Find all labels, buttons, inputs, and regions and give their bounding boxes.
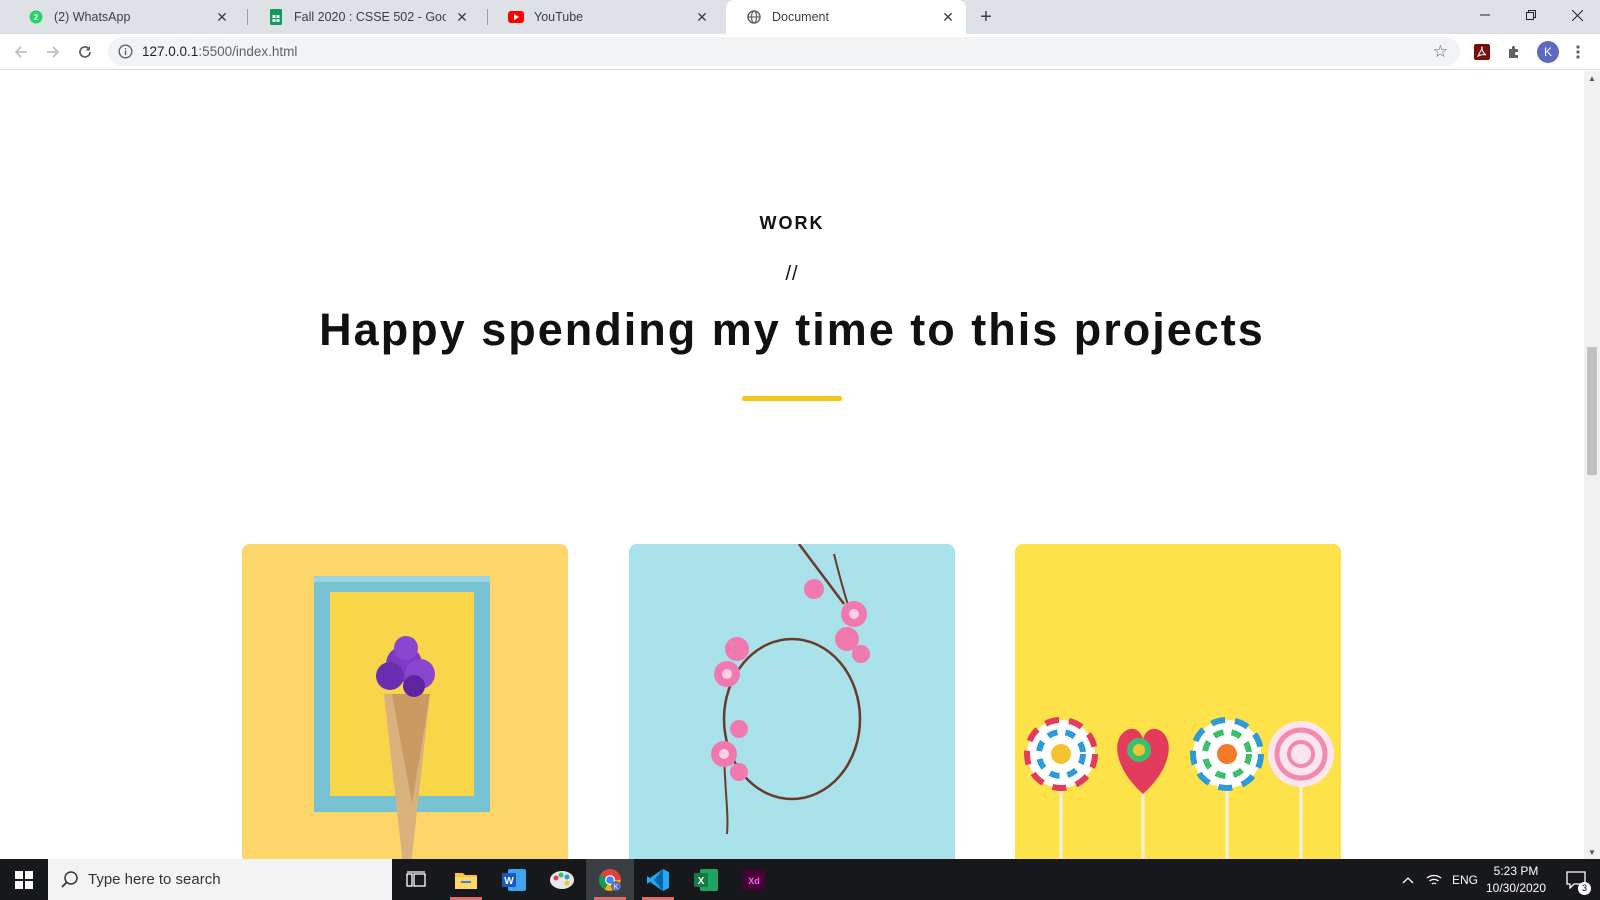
- browser-toolbar: 127.0.0.1:5500/index.html ☆ K: [0, 34, 1600, 70]
- tab-document[interactable]: Document ✕: [726, 0, 966, 34]
- show-hidden-icons-button[interactable]: [1402, 859, 1414, 900]
- avatar: K: [1537, 41, 1559, 63]
- folder-icon: [455, 872, 477, 889]
- svg-text:2: 2: [34, 13, 39, 22]
- task-view-icon: [406, 870, 426, 887]
- bookmark-star-icon[interactable]: ☆: [1433, 42, 1448, 62]
- close-icon[interactable]: ✕: [940, 9, 956, 25]
- info-icon[interactable]: [118, 44, 133, 59]
- chrome-icon: K: [599, 868, 621, 891]
- tab-youtube[interactable]: YouTube ✕: [488, 0, 720, 34]
- restore-icon: [1526, 10, 1536, 20]
- task-view-button[interactable]: [392, 859, 440, 900]
- tab-google-sheets[interactable]: Fall 2020 : CSSE 502 - Google Sh ✕: [248, 0, 480, 34]
- search-icon: [61, 871, 78, 888]
- section-title: Happy spending my time to this projects: [319, 304, 1265, 355]
- start-button[interactable]: [0, 859, 48, 900]
- taskbar-paint[interactable]: [538, 859, 586, 900]
- google-sheets-icon: [268, 9, 284, 25]
- chevron-up-icon: [1402, 876, 1414, 883]
- network-status[interactable]: [1426, 859, 1442, 900]
- windows-taskbar: Type here to search W K X Xd ENG 5:23 PM…: [0, 859, 1600, 900]
- section-divider-slash: //: [785, 263, 799, 285]
- tab-title: (2) WhatsApp: [54, 10, 131, 24]
- arrow-left-icon: [14, 46, 27, 58]
- tab-title: YouTube: [534, 10, 584, 24]
- paint-palette-icon: [550, 870, 574, 889]
- blossom-wreath-image: [629, 544, 955, 859]
- svg-text:Xd: Xd: [748, 876, 760, 886]
- project-card-blossom-wreath[interactable]: [629, 544, 955, 859]
- close-window-button[interactable]: [1554, 0, 1600, 30]
- profile-avatar[interactable]: K: [1536, 40, 1560, 64]
- tab-whatsapp[interactable]: 2 (2) WhatsApp ✕: [8, 0, 240, 34]
- tab-title: Fall 2020 : CSSE 502 - Google Sh: [294, 10, 446, 24]
- taskbar-vscode[interactable]: [634, 859, 682, 900]
- scroll-up-icon[interactable]: ▲: [1586, 74, 1598, 84]
- youtube-icon: [508, 9, 524, 25]
- project-card-flower-cone[interactable]: [242, 544, 568, 859]
- address-bar[interactable]: 127.0.0.1:5500/index.html ☆: [108, 37, 1460, 66]
- page-viewport: WORK // Happy spending my time to this p…: [0, 71, 1584, 859]
- excel-icon: X: [694, 868, 718, 891]
- extensions-puzzle-icon[interactable]: [1504, 42, 1524, 62]
- taskbar-file-explorer[interactable]: [442, 859, 490, 900]
- taskbar-adobe-xd[interactable]: Xd: [730, 859, 778, 900]
- arrow-right-icon: [47, 46, 60, 58]
- wifi-icon: [1426, 874, 1442, 885]
- svg-text:W: W: [504, 876, 514, 887]
- acrobat-extension-icon[interactable]: [1472, 42, 1492, 62]
- flower-cone-image: [242, 544, 568, 859]
- browser-tab-strip: 2 (2) WhatsApp ✕ Fall 2020 : CSSE 502 - …: [0, 0, 1600, 34]
- forward-button[interactable]: [41, 40, 65, 64]
- word-icon: W: [502, 868, 526, 891]
- svg-text:K: K: [614, 884, 619, 891]
- action-center-button[interactable]: 3: [1560, 859, 1592, 900]
- minimize-icon: [1480, 14, 1490, 16]
- search-placeholder: Type here to search: [88, 871, 221, 888]
- globe-icon: [746, 9, 762, 25]
- clock-time: 5:23 PM: [1493, 864, 1539, 878]
- close-icon[interactable]: ✕: [214, 9, 230, 25]
- new-tab-button[interactable]: +: [976, 7, 996, 27]
- windows-logo-icon: [15, 870, 33, 889]
- restore-button[interactable]: [1508, 0, 1554, 30]
- title-underline: [742, 396, 842, 401]
- clock-date: 10/30/2020: [1485, 881, 1547, 895]
- svg-text:X: X: [698, 876, 705, 887]
- taskbar-chrome[interactable]: K: [586, 859, 634, 900]
- close-icon[interactable]: ✕: [454, 9, 470, 25]
- system-clock[interactable]: 5:23 PM 10/30/2020: [1478, 863, 1554, 897]
- scroll-down-icon[interactable]: ▼: [1586, 848, 1598, 858]
- tab-title: Document: [772, 10, 829, 24]
- back-button[interactable]: [9, 40, 33, 64]
- close-icon: [1571, 9, 1583, 21]
- taskbar-word[interactable]: W: [490, 859, 538, 900]
- scrollbar-thumb[interactable]: [1587, 347, 1597, 475]
- reload-icon: [79, 46, 91, 58]
- vscode-icon: [647, 868, 669, 891]
- minimize-button[interactable]: [1462, 0, 1508, 30]
- url-text: 127.0.0.1:5500/index.html: [142, 44, 298, 59]
- close-icon[interactable]: ✕: [694, 9, 710, 25]
- language-indicator[interactable]: ENG: [1452, 859, 1478, 900]
- project-card-lollipops[interactable]: [1015, 544, 1341, 859]
- menu-kebab-icon[interactable]: [1568, 42, 1588, 62]
- section-label: WORK: [759, 213, 825, 233]
- taskbar-excel[interactable]: X: [682, 859, 730, 900]
- lollipops-image: [1015, 544, 1341, 859]
- taskbar-search-box[interactable]: Type here to search: [48, 859, 392, 900]
- notification-count-badge: 3: [1578, 882, 1591, 895]
- reload-button[interactable]: [73, 40, 97, 64]
- adobe-xd-icon: Xd: [743, 869, 765, 890]
- whatsapp-icon: 2: [28, 9, 44, 25]
